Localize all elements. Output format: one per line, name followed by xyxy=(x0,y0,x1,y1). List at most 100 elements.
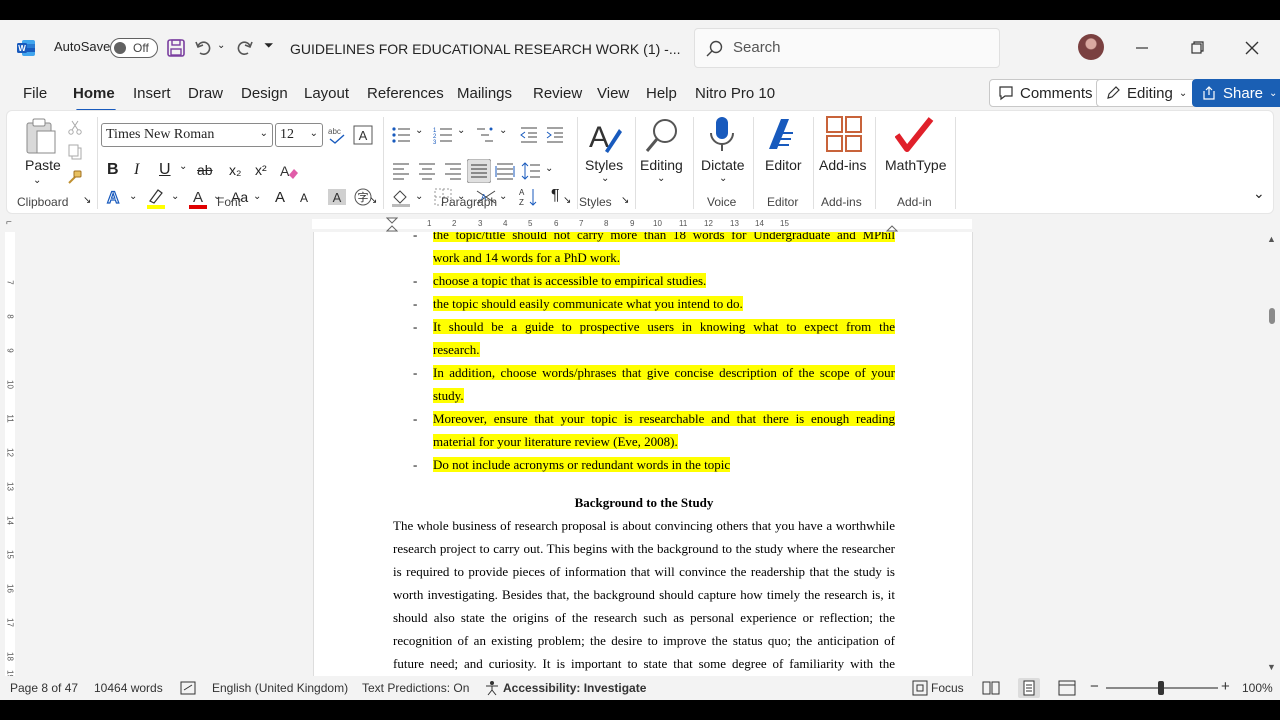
editor-icon[interactable] xyxy=(763,115,803,155)
save-icon[interactable] xyxy=(166,38,186,58)
user-avatar[interactable] xyxy=(1078,34,1104,60)
grow-font-button[interactable]: A xyxy=(275,189,285,206)
editor-label[interactable]: Editor xyxy=(765,157,802,173)
text-box-a-icon[interactable]: A xyxy=(353,125,373,145)
italic-button[interactable]: I xyxy=(134,161,139,179)
align-right-icon[interactable] xyxy=(443,161,463,181)
font-size-combo[interactable]: 12 ⌄ xyxy=(275,123,323,147)
styles-icon[interactable]: A xyxy=(587,117,623,155)
find-magnifier-icon[interactable] xyxy=(643,115,683,155)
scroll-down-icon[interactable]: ▼ xyxy=(1267,662,1276,672)
text-predictions-status[interactable]: Text Predictions: On xyxy=(362,681,469,695)
font-name-combo[interactable]: Times New Roman ⌄ xyxy=(101,123,273,147)
chevron-down-icon[interactable]: ⌄ xyxy=(601,173,609,184)
character-shading-icon[interactable]: A xyxy=(327,187,347,207)
word-count[interactable]: 10464 words xyxy=(94,681,163,695)
document-page[interactable]: - the topic/title should not carry more … xyxy=(313,232,973,676)
dictate-label[interactable]: Dictate xyxy=(701,157,745,173)
language-status[interactable]: English (United Kingdom) xyxy=(212,681,348,695)
microphone-icon[interactable] xyxy=(707,115,737,155)
right-indent-marker-icon[interactable] xyxy=(886,224,898,232)
superscript-button[interactable]: x² xyxy=(255,162,267,178)
align-center-icon[interactable] xyxy=(417,161,437,181)
distribute-icon[interactable] xyxy=(495,161,515,181)
undo-icon[interactable] xyxy=(194,38,214,58)
customize-qat-icon[interactable]: ⏷ xyxy=(264,38,274,53)
multilevel-list-icon[interactable] xyxy=(475,125,495,145)
increase-indent-icon[interactable] xyxy=(545,125,565,145)
chevron-down-icon[interactable]: ⌄ xyxy=(499,191,507,202)
chevron-down-icon[interactable]: ⌄ xyxy=(171,191,179,202)
print-layout-icon[interactable] xyxy=(1018,678,1040,698)
font-color-icon[interactable]: A xyxy=(187,187,209,209)
line-spacing-icon[interactable] xyxy=(521,161,541,181)
horizontal-ruler[interactable]: ⌐ 1 2 3 4 5 6 7 8 9 10 11 12 13 14 15 xyxy=(0,216,1280,232)
decrease-indent-icon[interactable] xyxy=(519,125,539,145)
focus-label[interactable]: Focus xyxy=(931,681,964,695)
chevron-down-icon[interactable]: ⌄ xyxy=(457,125,465,136)
chevron-down-icon[interactable]: ⌄ xyxy=(415,125,423,136)
zoom-level[interactable]: 100% xyxy=(1242,681,1273,695)
minimize-icon[interactable] xyxy=(1130,36,1154,60)
change-case-abc-icon[interactable]: abc xyxy=(327,125,347,145)
numbering-icon[interactable]: 123 xyxy=(433,125,453,145)
underline-button[interactable]: U xyxy=(159,161,171,179)
dialog-launcher-icon[interactable]: ↘ xyxy=(83,195,91,206)
tab-view[interactable]: View xyxy=(597,85,629,102)
underline-options-chevron-icon[interactable]: ⌄ xyxy=(179,161,187,172)
chevron-down-icon[interactable]: ⌄ xyxy=(129,191,137,202)
chevron-down-icon[interactable]: ⌄ xyxy=(545,163,553,174)
scroll-up-icon[interactable]: ▲ xyxy=(1267,234,1276,244)
chevron-down-icon[interactable]: ⌄ xyxy=(253,191,261,202)
tab-nitro-pro[interactable]: Nitro Pro 10 xyxy=(695,85,775,102)
align-left-icon[interactable] xyxy=(391,161,411,181)
justify-icon[interactable] xyxy=(467,159,491,183)
read-mode-icon[interactable] xyxy=(982,680,1000,696)
accessibility-icon[interactable] xyxy=(484,680,500,696)
search-box[interactable]: Search xyxy=(694,28,1000,68)
dialog-launcher-icon[interactable]: ↘ xyxy=(621,195,629,206)
paste-label[interactable]: Paste xyxy=(25,157,61,173)
zoom-out-icon[interactable]: − xyxy=(1090,678,1099,695)
mathtype-icon[interactable] xyxy=(895,115,935,153)
dialog-launcher-icon[interactable]: ↘ xyxy=(369,195,377,206)
tab-design[interactable]: Design xyxy=(241,85,288,102)
autosave-toggle[interactable]: Off xyxy=(110,38,158,58)
clear-formatting-icon[interactable]: A xyxy=(279,161,299,181)
collapse-ribbon-chevron-icon[interactable]: ⌄ xyxy=(1253,185,1265,202)
focus-icon[interactable] xyxy=(912,680,928,696)
zoom-slider-thumb[interactable] xyxy=(1158,681,1164,695)
vertical-scrollbar[interactable]: ▲ ▼ xyxy=(1264,232,1280,676)
paste-options-chevron-icon[interactable]: ⌄ xyxy=(33,175,41,186)
share-button[interactable]: Share ⌄ xyxy=(1192,79,1280,107)
mathtype-label[interactable]: MathType xyxy=(885,157,946,173)
vertical-ruler[interactable]: 7 8 9 10 11 12 13 14 15 16 17 18 19 xyxy=(0,232,20,679)
scroll-thumb[interactable] xyxy=(1269,308,1275,324)
indent-marker-icon[interactable] xyxy=(386,217,398,232)
subscript-button[interactable]: x₂ xyxy=(229,162,241,178)
bold-button[interactable]: B xyxy=(107,161,119,179)
page-count[interactable]: Page 8 of 47 xyxy=(10,681,78,695)
chevron-down-icon[interactable]: ⌄ xyxy=(657,173,665,184)
tab-insert[interactable]: Insert xyxy=(133,85,171,102)
bullets-icon[interactable] xyxy=(391,125,411,145)
restore-icon[interactable] xyxy=(1185,36,1209,60)
tab-help[interactable]: Help xyxy=(646,85,677,102)
tab-references[interactable]: References xyxy=(367,85,444,102)
tab-layout[interactable]: Layout xyxy=(304,85,349,102)
add-ins-label[interactable]: Add-ins xyxy=(819,157,866,173)
chevron-down-icon[interactable]: ⌄ xyxy=(499,125,507,136)
document-canvas[interactable]: - the topic/title should not carry more … xyxy=(20,232,1264,676)
undo-dropdown-icon[interactable]: ⌄ xyxy=(217,40,225,51)
cut-icon[interactable] xyxy=(67,119,83,135)
text-effects-icon[interactable]: A xyxy=(105,187,125,207)
add-ins-icon[interactable] xyxy=(825,115,863,153)
tab-home[interactable]: Home xyxy=(73,85,115,102)
shading-icon[interactable] xyxy=(391,187,411,207)
web-layout-icon[interactable] xyxy=(1058,680,1076,696)
format-painter-icon[interactable] xyxy=(67,169,83,185)
tab-review[interactable]: Review xyxy=(533,85,582,102)
tab-draw[interactable]: Draw xyxy=(188,85,223,102)
editing-mode-button[interactable]: Editing ⌄ xyxy=(1096,79,1197,107)
close-icon[interactable] xyxy=(1240,36,1264,60)
